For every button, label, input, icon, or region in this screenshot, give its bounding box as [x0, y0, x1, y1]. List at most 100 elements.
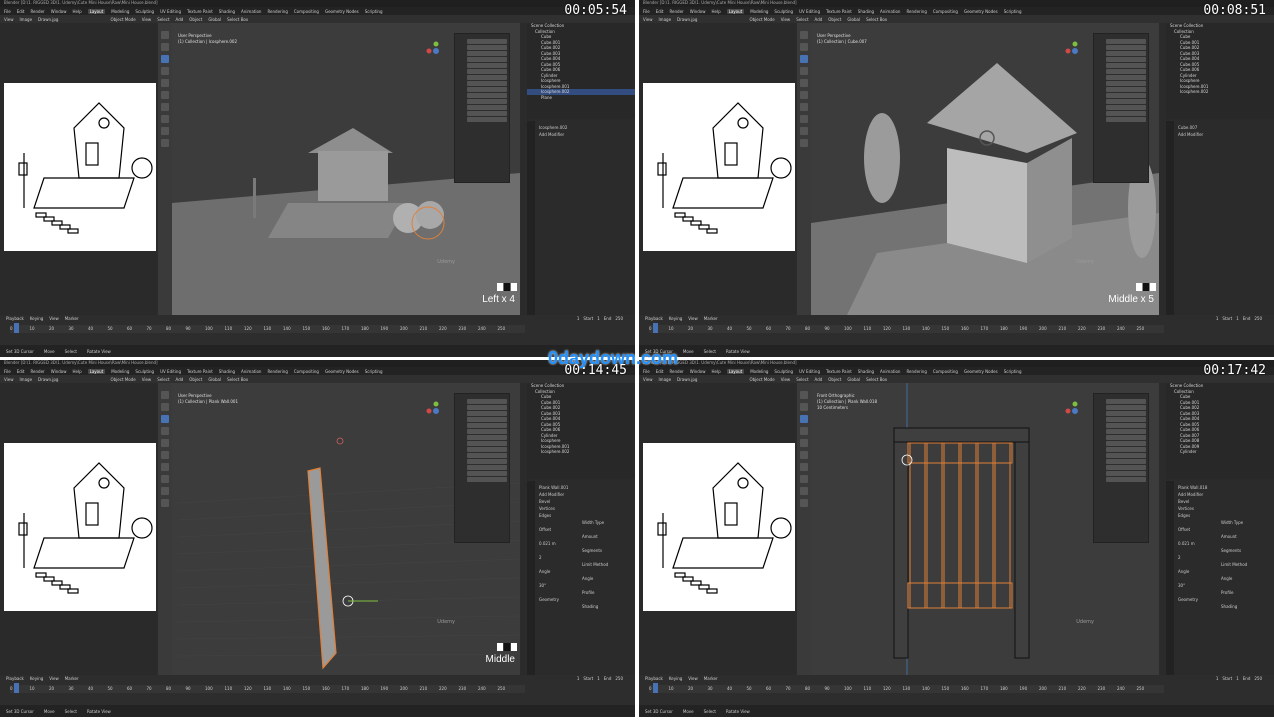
transform-field[interactable]: [467, 75, 507, 80]
property-row[interactable]: Angle: [539, 569, 550, 574]
image-menu[interactable]: Image: [659, 377, 672, 382]
property-row[interactable]: Bevel: [539, 499, 550, 504]
tool-button[interactable]: [800, 31, 808, 39]
transform-field[interactable]: [467, 399, 507, 404]
playback-menu[interactable]: Playback: [6, 316, 24, 321]
drag-select[interactable]: Select Box: [227, 17, 248, 22]
workspace-tab[interactable]: Texture Paint: [187, 369, 213, 374]
menu-edit[interactable]: Edit: [656, 9, 664, 14]
viewport-view-menu[interactable]: View: [142, 17, 152, 22]
tool-button[interactable]: [161, 103, 169, 111]
transform-field[interactable]: [1106, 69, 1146, 74]
keying-menu[interactable]: Keying: [669, 676, 682, 681]
transform-field[interactable]: [1106, 459, 1146, 464]
property-row[interactable]: 0.021 m: [539, 541, 556, 546]
transform-field[interactable]: [1106, 81, 1146, 86]
end-frame[interactable]: 250: [615, 676, 623, 681]
image-file-name[interactable]: Drawn.jpg: [677, 17, 697, 22]
property-row[interactable]: Plank Wall.018: [1178, 485, 1207, 490]
tool-button[interactable]: [161, 55, 169, 63]
transform-field[interactable]: [467, 435, 507, 440]
playback-menu[interactable]: Playback: [645, 316, 663, 321]
tool-button[interactable]: [161, 403, 169, 411]
property-row[interactable]: Offset: [1178, 527, 1190, 532]
tool-button[interactable]: [800, 391, 808, 399]
timeline-view-menu[interactable]: View: [688, 316, 698, 321]
drag-select[interactable]: Select Box: [866, 17, 887, 22]
menu-help[interactable]: Help: [711, 9, 720, 14]
tool-button[interactable]: [161, 475, 169, 483]
transform-field[interactable]: [1106, 75, 1146, 80]
properties-tabs[interactable]: [527, 121, 535, 315]
tool-button[interactable]: [161, 67, 169, 75]
tool-button[interactable]: [800, 139, 808, 147]
workspace-tab[interactable]: Shading: [858, 9, 874, 14]
image-file-name[interactable]: Drawn.jpg: [38, 17, 58, 22]
property-row[interactable]: Profile: [582, 590, 594, 595]
property-row[interactable]: Bevel: [1178, 499, 1189, 504]
transform-field[interactable]: [467, 117, 507, 122]
transform-field[interactable]: [467, 429, 507, 434]
property-row[interactable]: Limit Method: [582, 562, 608, 567]
transform-field[interactable]: [467, 99, 507, 104]
transform-field[interactable]: [1106, 465, 1146, 470]
workspace-tab[interactable]: Shading: [219, 369, 235, 374]
workspace-tab[interactable]: Rendering: [906, 369, 926, 374]
tool-button[interactable]: [800, 403, 808, 411]
workspace-tab[interactable]: Scripting: [365, 9, 383, 14]
workspace-tab[interactable]: Sculpting: [774, 9, 793, 14]
playback-menu[interactable]: Playback: [645, 676, 663, 681]
workspace-tab[interactable]: Animation: [241, 9, 261, 14]
playhead[interactable]: [14, 683, 19, 693]
menu-render[interactable]: Render: [669, 369, 683, 374]
current-frame[interactable]: 1: [577, 676, 580, 681]
property-row[interactable]: Offset: [539, 527, 551, 532]
workspace-tab[interactable]: Sculpting: [774, 369, 793, 374]
tool-button[interactable]: [800, 427, 808, 435]
properties-tabs[interactable]: [527, 481, 535, 675]
workspace-tab[interactable]: UV Editing: [799, 9, 820, 14]
workspace-tab[interactable]: Layout: [726, 368, 745, 374]
end-frame[interactable]: 250: [615, 316, 623, 321]
image-view-menu[interactable]: View: [643, 377, 653, 382]
transform-field[interactable]: [467, 45, 507, 50]
transform-field[interactable]: [1106, 99, 1146, 104]
property-row[interactable]: Edges: [1178, 513, 1190, 518]
keying-menu[interactable]: Keying: [30, 676, 43, 681]
workspace-tab[interactable]: Modeling: [750, 9, 768, 14]
transform-field[interactable]: [1106, 45, 1146, 50]
3d-viewport[interactable]: Front Orthographic (1) Collection | Plank…: [797, 383, 1159, 675]
tool-button[interactable]: [161, 391, 169, 399]
transform-field[interactable]: [1106, 105, 1146, 110]
marker-menu[interactable]: Marker: [65, 676, 79, 681]
workspace-tab[interactable]: Geometry Nodes: [964, 9, 998, 14]
timeline-ruler[interactable]: 0 10 20 30 40 50 60 70 80 90 100 110 120 130 140 150 160…: [649, 325, 1164, 333]
transform-field[interactable]: [467, 63, 507, 68]
workspace-tab[interactable]: Layout: [87, 8, 106, 14]
transform-field[interactable]: [467, 39, 507, 44]
property-row[interactable]: Width Type: [1221, 520, 1243, 525]
tool-button[interactable]: [161, 91, 169, 99]
tool-button[interactable]: [800, 79, 808, 87]
outliner-item[interactable]: Icosphere.002: [527, 449, 635, 455]
tool-button[interactable]: [800, 127, 808, 135]
transform-field[interactable]: [467, 405, 507, 410]
select-menu[interactable]: Select: [157, 17, 169, 22]
workspace-tab[interactable]: UV Editing: [160, 9, 181, 14]
transform-field[interactable]: [1106, 87, 1146, 92]
property-row[interactable]: Add Modifier: [1178, 492, 1203, 497]
property-row[interactable]: 2: [1178, 555, 1181, 560]
drag-select[interactable]: Select Box: [227, 377, 248, 382]
property-row[interactable]: Cube.007: [1178, 125, 1197, 130]
transform-field[interactable]: [1106, 417, 1146, 422]
workspace-tab[interactable]: Sculpting: [135, 9, 154, 14]
menu-file[interactable]: File: [4, 9, 11, 14]
property-row[interactable]: Geometry: [1178, 597, 1198, 602]
property-row[interactable]: Add Modifier: [539, 492, 564, 497]
current-frame[interactable]: 1: [1216, 316, 1219, 321]
mode-select[interactable]: Object Mode: [110, 377, 135, 382]
orientation-select[interactable]: Global: [208, 377, 221, 382]
mode-select[interactable]: Object Mode: [749, 17, 774, 22]
tool-button[interactable]: [161, 139, 169, 147]
tool-button[interactable]: [161, 79, 169, 87]
